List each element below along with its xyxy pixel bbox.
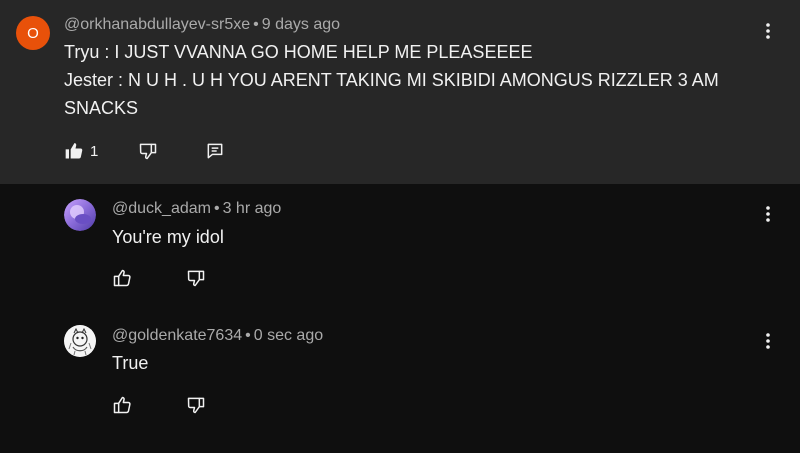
like-outline-icon <box>112 395 132 415</box>
dislike-button[interactable] <box>186 268 206 288</box>
comment-text: Tryu : I JUST VVANNA GO HOME HELP ME PLE… <box>64 38 764 122</box>
reply-icon <box>205 141 225 161</box>
comment-thread-screen: O @orkhanabdullayev-sr5xe • 9 days ago Try… <box>0 0 800 453</box>
meta-separator: • <box>245 327 251 344</box>
comment-time: 3 hr ago <box>222 200 282 217</box>
comment-line: Tryu : I JUST VVANNA GO HOME HELP ME PLE… <box>64 42 533 62</box>
like-count: 1 <box>90 142 99 160</box>
comment-meta: @duck_adam • 3 hr ago <box>112 200 281 218</box>
avatar-letter: O <box>27 24 39 42</box>
more-vertical-icon <box>766 332 770 354</box>
more-options-button[interactable] <box>758 204 778 228</box>
dislike-icon <box>186 268 206 288</box>
like-button[interactable] <box>112 268 132 288</box>
reply-button[interactable] <box>205 141 225 161</box>
comment-time: 0 sec ago <box>253 327 324 344</box>
avatar[interactable] <box>64 325 96 357</box>
comment-time: 9 days ago <box>261 16 341 33</box>
comment-text: You're my idol <box>112 227 224 247</box>
meta-separator: • <box>253 16 259 33</box>
highlighted-comment: O @orkhanabdullayev-sr5xe • 9 days ago Try… <box>0 0 800 184</box>
comment-line: SNACKS <box>64 98 139 118</box>
more-vertical-icon <box>766 205 770 227</box>
more-options-button[interactable] <box>758 21 778 45</box>
like-button[interactable] <box>112 395 132 415</box>
dislike-button[interactable] <box>138 141 158 161</box>
comment-meta: @goldenkate7634 • 0 sec ago <box>112 327 323 345</box>
dislike-button[interactable] <box>186 395 206 415</box>
like-outline-icon <box>112 268 132 288</box>
more-options-button[interactable] <box>758 331 778 355</box>
like-button[interactable]: 1 <box>64 141 98 161</box>
comment-line: Jester : N U H . U H YOU ARENT TAKING MI… <box>64 70 719 90</box>
avatar[interactable]: O <box>16 16 50 50</box>
more-vertical-icon <box>766 22 770 44</box>
comment-author[interactable]: @goldenkate7634 <box>112 327 242 344</box>
meta-separator: • <box>213 200 220 217</box>
comment-author[interactable]: @duck_adam <box>112 200 211 217</box>
comment-author[interactable]: @orkhanabdullayev-sr5xe <box>64 16 250 33</box>
comment-text: True <box>112 353 149 373</box>
dislike-icon <box>186 395 206 415</box>
comment-meta: @orkhanabdullayev-sr5xe • 9 days ago <box>64 16 340 34</box>
like-filled-icon <box>64 141 84 161</box>
dislike-icon <box>138 141 158 161</box>
avatar[interactable] <box>64 199 96 231</box>
